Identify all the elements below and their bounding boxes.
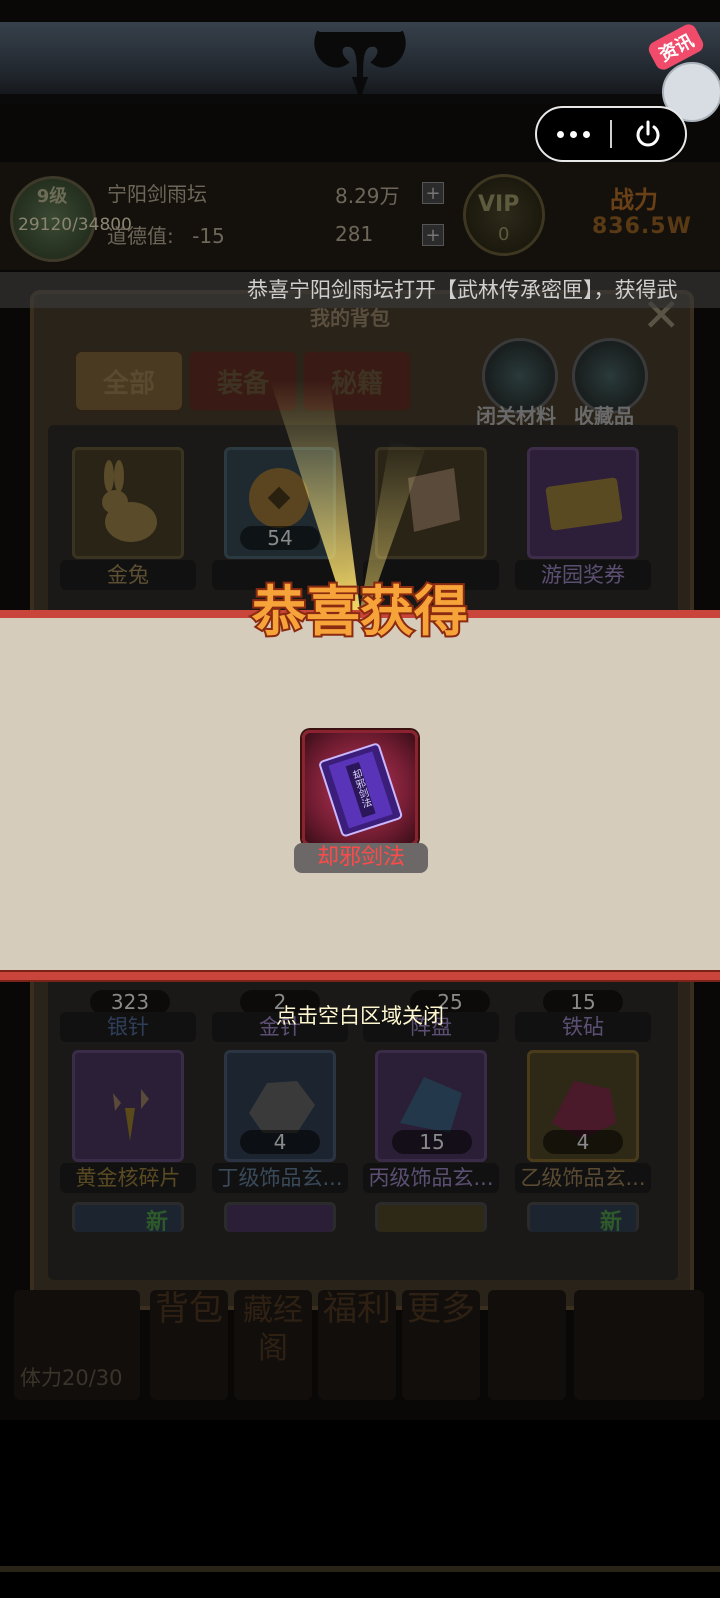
item-count: 4 (240, 1130, 320, 1154)
item-slot[interactable] (72, 447, 184, 559)
modal-title: 恭喜获得 (251, 580, 468, 643)
marquee-text: 恭喜宁阳剑雨坛打开【武林传承密匣】，获得武 (247, 278, 678, 302)
item-count: 4 (543, 1130, 623, 1154)
item-name: 丁级饰品玄... (212, 1163, 348, 1193)
vip-label: VIP (478, 192, 520, 217)
rabbit-icon (102, 460, 157, 542)
item-name: 游园奖券 (515, 560, 651, 590)
vip-level: 0 (498, 224, 510, 245)
reward-item-slot[interactable]: 却邪剑法 (302, 730, 418, 846)
nav-item[interactable] (574, 1290, 704, 1400)
bottom-divider (0, 1566, 720, 1572)
nav-item[interactable] (488, 1290, 566, 1400)
power-value: 836.5W (592, 214, 692, 239)
nav-library-label: 藏经阁 (243, 1293, 303, 1366)
item-count: 15 (392, 1130, 472, 1154)
more-dots-icon (557, 130, 590, 138)
item-slot[interactable] (72, 1050, 184, 1162)
tab-all-label: 全部 (102, 368, 155, 399)
item-slot[interactable] (527, 447, 639, 559)
ticket-icon (545, 477, 623, 531)
gold-amount: 281 (335, 222, 374, 246)
nav-more[interactable]: 更多 (402, 1290, 480, 1400)
tab-all[interactable]: 全部 (74, 350, 184, 412)
mini-program-capsule (535, 106, 687, 162)
item-name: 金兔 (60, 560, 196, 590)
morality-row: 道德值: -15 (107, 220, 225, 249)
item-slot[interactable] (375, 1202, 487, 1232)
hp-text: 29120/34800 (18, 215, 132, 235)
nav-welfare-label: 福利 (323, 1289, 391, 1329)
cloud-ornament-icon (314, 30, 406, 100)
item-name: 乙级饰品玄... (515, 1163, 651, 1193)
item-slot[interactable] (527, 1202, 639, 1232)
morality-label: 道德值: (107, 224, 174, 248)
exit-button[interactable] (612, 108, 685, 160)
stamina-text: 体力20/30 (20, 1366, 123, 1390)
item-slot[interactable] (224, 1202, 336, 1232)
more-button[interactable] (537, 108, 610, 160)
reward-item-name: 却邪剑法 (294, 843, 428, 873)
level-text: 9级 (36, 186, 68, 207)
nav-more-label: 更多 (407, 1289, 475, 1329)
gold-shard-icon (113, 1089, 149, 1141)
new-tag: 新 (600, 1210, 623, 1235)
nav-bag[interactable]: 背包 (150, 1290, 228, 1400)
add-gold-button[interactable]: + (422, 224, 444, 246)
nav-library[interactable]: 藏经阁 (234, 1290, 312, 1400)
manual-book-icon: 却邪剑法 (319, 743, 403, 837)
player-name: 宁阳剑雨坛 (107, 182, 207, 206)
silver-amount: 8.29万 (335, 184, 400, 208)
add-silver-button[interactable]: + (422, 182, 444, 204)
player-hud: 9级 29120/34800 宁阳剑雨坛 道德值: -15 8.29万 + 28… (0, 162, 720, 270)
item-name: 丙级饰品玄... (363, 1163, 499, 1193)
power-label: 战力 (610, 186, 658, 214)
morality-value: -15 (192, 224, 225, 248)
announcement-marquee: 恭喜宁阳剑雨坛打开【武林传承密匣】，获得武 (0, 272, 720, 308)
nav-bag-label: 背包 (155, 1289, 223, 1329)
item-name: 黄金核碎片 (60, 1163, 196, 1193)
close-hint-text[interactable]: 点击空白区域关闭 (0, 1000, 720, 1030)
nav-welfare[interactable]: 福利 (318, 1290, 396, 1400)
game-screen: 资讯 9级 29120/34800 宁阳剑雨坛 道德值: -15 8.29万 +… (0, 0, 720, 1598)
modal-title-banner: 恭喜获得 (249, 578, 470, 645)
new-tag: 新 (146, 1210, 169, 1235)
power-icon (637, 120, 660, 147)
